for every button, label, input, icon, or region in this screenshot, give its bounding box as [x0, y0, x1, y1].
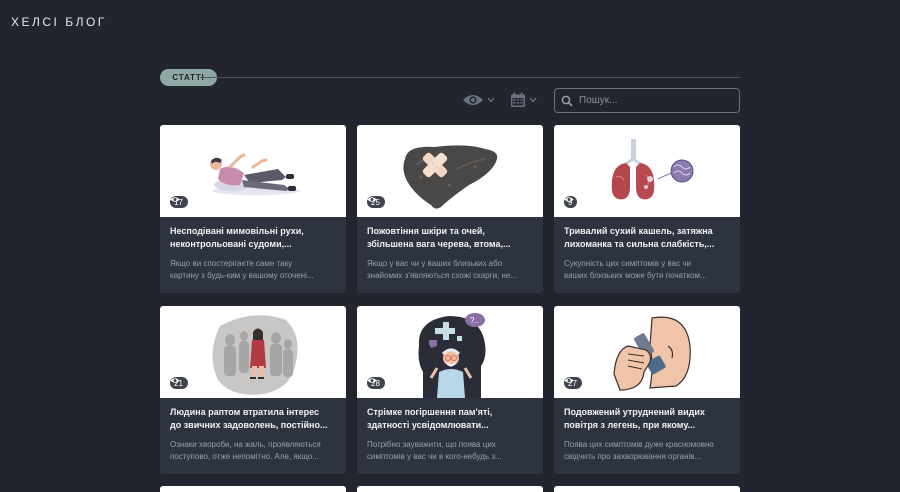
article-excerpt-line: Потрібно зауважити, що поява цих [367, 440, 496, 449]
search-icon [561, 95, 573, 107]
eye-icon [367, 197, 377, 202]
views-badge: 27 [564, 377, 582, 389]
article-excerpt-line: Ознаки хвороби, на жаль, проявляються [170, 440, 321, 449]
article-title[interactable]: Людина раптом втратила інтерес до звични… [170, 406, 338, 432]
article-excerpt-line: ваших близьких може бути початком... [564, 271, 707, 280]
article-image: 9 [554, 125, 740, 217]
article-title-line: Тривалий сухий кашель, затяжна [564, 226, 713, 236]
views-badge: 17 [170, 196, 188, 208]
article-card-partial[interactable] [554, 486, 740, 492]
article-excerpt-line: Сукупність цих симптомів у вас чи [564, 259, 691, 268]
article-excerpt: Потрібно зауважити, що поява цих симптом… [367, 439, 535, 463]
article-image: 27 [554, 306, 740, 398]
views-badge: 25 [367, 196, 385, 208]
article-image: 17 [160, 125, 346, 217]
article-card[interactable]: 25 Пожовтіння шкіри та очей, збільшена в… [357, 125, 543, 293]
article-excerpt: Сукупність цих симптомів у вас чи ваших … [564, 258, 732, 282]
article-title[interactable]: Пожовтіння шкіри та очей, збільшена вага… [367, 225, 535, 251]
views-badge: 21 [170, 377, 188, 389]
article-title-line: Несподівані мимовільні рухи, [170, 226, 304, 236]
views-sort-dropdown[interactable] [462, 91, 496, 109]
article-card-partial[interactable] [160, 486, 346, 492]
section-header: СТАТТІ [160, 69, 740, 87]
date-sort-dropdown[interactable] [510, 91, 540, 109]
article-card[interactable]: 27 Подовжений утруднений видих повітря з… [554, 306, 740, 474]
article-excerpt-line: Якщо у вас чи у ваших близьких або [367, 259, 503, 268]
section-divider [200, 77, 740, 78]
article-title[interactable]: Подовжений утруднений видих повітря з ле… [564, 406, 732, 432]
article-card[interactable]: 17 Несподівані мимовільні рухи, неконтро… [160, 125, 346, 293]
eye-icon [367, 378, 377, 383]
eye-icon [170, 378, 180, 383]
article-title-line: Пожовтіння шкіри та очей, [367, 226, 485, 236]
article-title[interactable]: Стрімке погіршення пам'яті, здатності ус… [367, 406, 535, 432]
article-card[interactable]: ?.. 28 Стрімке погіршення пам'яті, здатн… [357, 306, 543, 474]
article-excerpt-line: Якщо ви спостерігаєте саме таку [170, 259, 293, 268]
article-image: ?.. 28 [357, 306, 543, 398]
article-excerpt: Якщо ви спостерігаєте саме таку картину … [170, 258, 338, 282]
article-title-line: лихоманка та сильна слабкість,... [564, 239, 715, 249]
chevron-down-icon [529, 97, 537, 103]
article-excerpt-line: Поява цих симптомів дуже красномовно [564, 440, 714, 449]
article-excerpt-line: поступово, отже непомітно. Але, якщо... [170, 452, 319, 461]
svg-text:?..: ?.. [470, 316, 479, 325]
article-card[interactable]: 21 Людина раптом втратила інтерес до зви… [160, 306, 346, 474]
article-title[interactable]: Тривалий сухий кашель, затяжна лихоманка… [564, 225, 732, 251]
article-image: 25 [357, 125, 543, 217]
article-title-line: повітря з легень, при якому... [564, 420, 696, 430]
article-card[interactable]: 9 Тривалий сухий кашель, затяжна лихоман… [554, 125, 740, 293]
article-card-partial[interactable] [357, 486, 543, 492]
article-excerpt: Якщо у вас чи у ваших близьких або знайо… [367, 258, 535, 282]
article-excerpt: Поява цих симптомів дуже красномовно сві… [564, 439, 732, 463]
article-excerpt: Ознаки хвороби, на жаль, проявляються по… [170, 439, 338, 463]
views-badge: 28 [367, 377, 385, 389]
article-title-line: неконтрольовані судоми,... [170, 239, 292, 249]
article-title-line: Стрімке погіршення пам'яті, [367, 407, 493, 417]
eye-icon [463, 95, 483, 105]
article-title-line: здатності усвідомлювати... [367, 420, 489, 430]
calendar-icon [511, 92, 525, 107]
eye-icon [170, 197, 180, 202]
article-title[interactable]: Несподівані мимовільні рухи, неконтрольо… [170, 225, 338, 251]
article-excerpt-line: свідчить про захворювання органів... [564, 452, 702, 461]
eye-icon [564, 378, 574, 383]
article-title-line: Подовжений утруднений видих [564, 407, 705, 417]
search-input[interactable] [579, 95, 729, 106]
eye-icon [564, 197, 574, 202]
article-image: 21 [160, 306, 346, 398]
blog-logo[interactable]: ХЕЛСІ БЛОГ [11, 15, 107, 29]
article-excerpt-line: картину з будь-ким у вашому оточені... [170, 271, 314, 280]
chevron-down-icon [487, 97, 495, 103]
article-excerpt-line: знайомих з'являються схожі скарги, не... [367, 271, 518, 280]
article-title-line: збільшена вага черева, втома,... [367, 239, 511, 249]
search-box[interactable] [554, 88, 740, 113]
article-title-line: до звичних задоволень, постійно... [170, 420, 328, 430]
article-excerpt-line: симптомів у вас чи в кого-небудь з... [367, 452, 502, 461]
article-title-line: Людина раптом втратила інтерес [170, 407, 320, 417]
